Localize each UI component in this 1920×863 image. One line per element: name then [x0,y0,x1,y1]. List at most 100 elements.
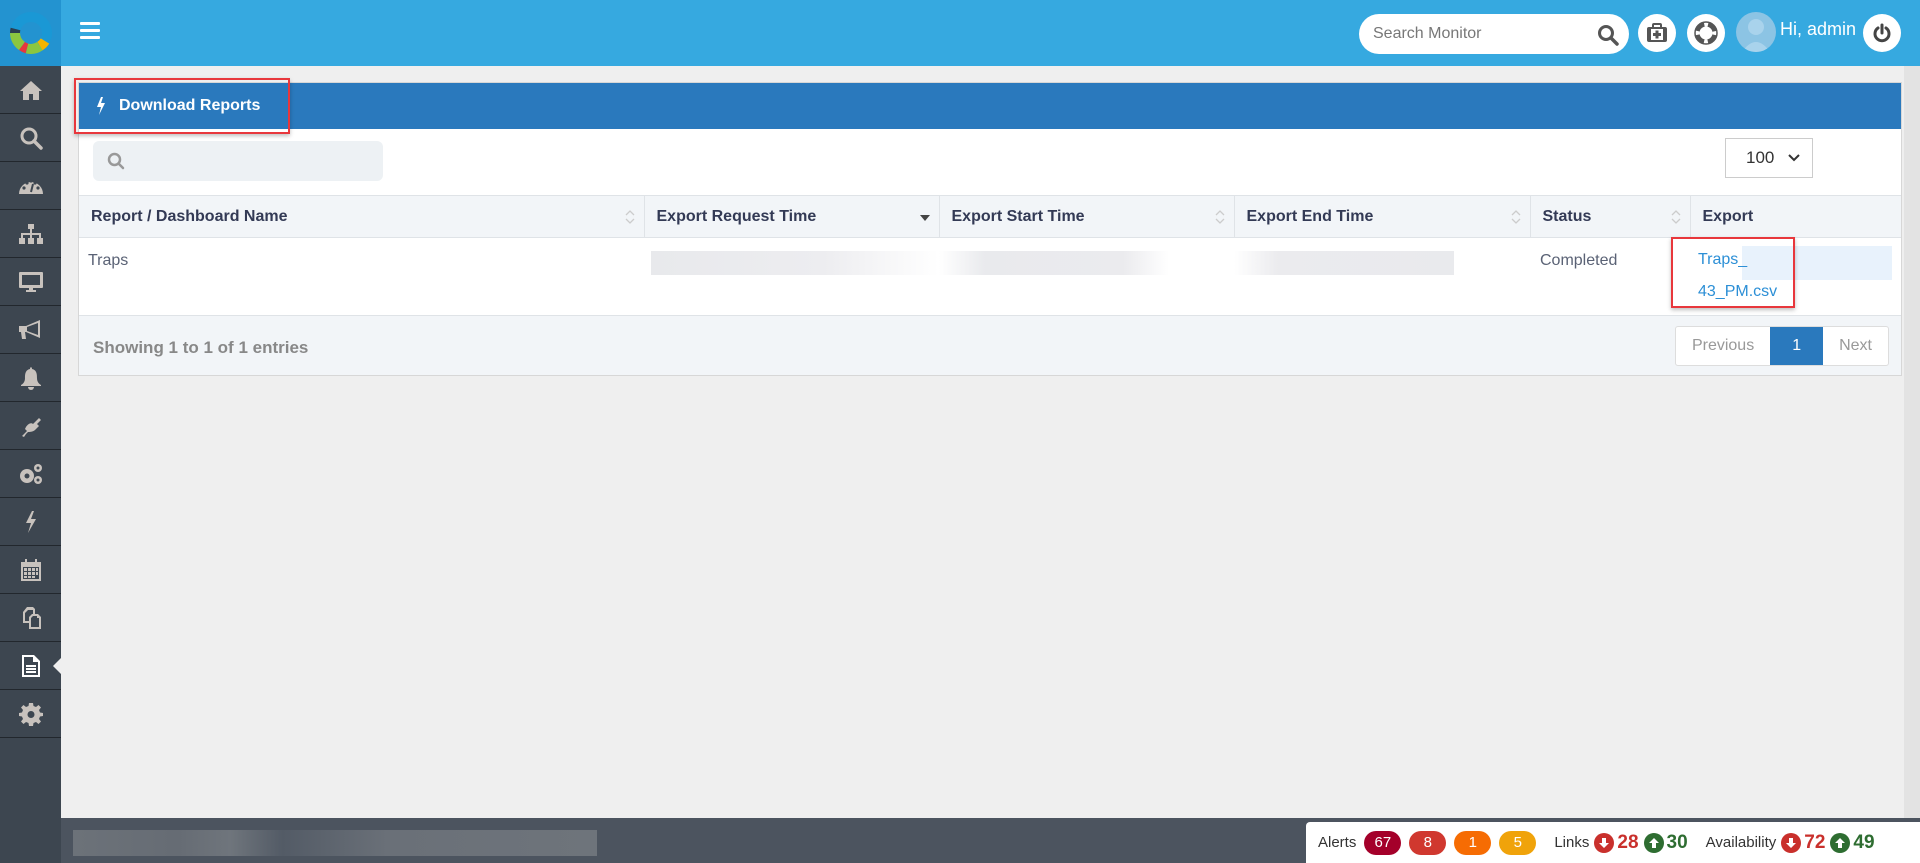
app-logo[interactable] [0,0,61,66]
redacted-status-text [73,830,597,856]
reports-table: Report / Dashboard Name Export Request T… [79,195,1901,314]
alerts-major-badge[interactable]: 8 [1409,830,1447,855]
cell-export-start-time [939,238,1234,314]
links-up[interactable]: 30 [1643,832,1688,854]
search-monitor-input[interactable] [1373,25,1583,43]
life-ring-icon [1694,21,1718,45]
page-scrollbar-track[interactable] [1904,66,1920,818]
sidebar-item-schedule[interactable] [0,546,61,594]
table-info: Showing 1 to 1 of 1 entries [93,338,309,357]
cell-status: Completed [1540,252,1618,269]
sort-both-icon [625,210,634,224]
availability-up[interactable]: 49 [1830,831,1875,854]
user-greeting[interactable]: Hi, admin [1780,19,1856,40]
sidebar-item-topology[interactable] [0,210,61,258]
page-1-button[interactable]: 1 [1770,327,1824,365]
gear-icon [18,702,43,726]
chevron-down-icon [1788,154,1800,162]
sidebar [0,66,61,863]
copy-icon [22,606,41,629]
alerts-warning-badge[interactable]: 5 [1499,830,1537,855]
top-bar: Hi, admin [0,0,1920,66]
home-icon [19,80,42,100]
links-down[interactable]: 28 [1594,832,1639,854]
availability-down[interactable]: 72 [1781,832,1825,854]
sidebar-item-integrations[interactable] [0,402,61,450]
sidebar-item-actions[interactable] [0,498,61,546]
column-label: Report / Dashboard Name [91,207,288,225]
logout-button[interactable] [1863,14,1901,52]
sidebar-item-dashboard[interactable] [0,162,61,210]
panel-header: Download Reports [79,83,1901,129]
table-controls [79,129,1901,195]
links-label: Links [1554,834,1590,851]
availability-down-count: 72 [1804,831,1826,853]
dashboard-icon [18,178,43,194]
alerts-critical-badge[interactable]: 67 [1364,830,1402,855]
sidebar-item-settings[interactable] [0,690,61,738]
column-label: Export End Time [1246,207,1374,225]
column-header-export-start-time[interactable]: Export Start Time [939,195,1235,238]
file-text-icon [21,654,40,677]
column-header-export-request-time[interactable]: Export Request Time [644,195,940,238]
sidebar-item-home[interactable] [0,66,61,114]
arrow-down-circle-icon [1594,832,1615,853]
page-title: Download Reports [119,97,261,114]
sidebar-item-monitors[interactable] [0,258,61,306]
logo-icon [9,12,52,54]
alerts-label: Alerts [1318,834,1357,851]
sidebar-item-alerts[interactable] [0,354,61,402]
sort-both-icon [1511,210,1520,224]
table-row: Traps Completed Traps_ 43_PM.csv [79,238,1901,314]
column-header-status[interactable]: Status [1530,195,1691,238]
export-link-line1: Traps_ [1698,251,1748,268]
page-length-select[interactable]: 100 [1725,138,1813,178]
availability-up-count: 49 [1853,831,1875,853]
page-length-value: 100 [1746,148,1775,167]
table-search-input[interactable] [133,153,373,169]
bell-icon [20,366,41,390]
table-search-field[interactable] [93,141,383,181]
table-footer: Showing 1 to 1 of 1 entries Previous 1 N… [79,315,1901,375]
redacted-value [651,251,939,275]
pagination: Previous 1 Next [1674,326,1889,366]
sort-both-icon [1215,210,1224,224]
search-icon [20,127,43,150]
sidebar-item-admin[interactable] [0,450,61,498]
cell-export-request-time [644,238,939,314]
redacted-value [1234,251,1454,275]
bullhorn-icon [18,319,40,339]
sidebar-item-copy[interactable] [0,594,61,642]
desktop-icon [18,271,43,292]
avatar[interactable] [1736,12,1776,52]
search-icon[interactable] [1597,24,1619,46]
sidebar-item-reports[interactable] [0,642,61,690]
cogs-icon [19,463,42,484]
search-monitor-field[interactable] [1359,14,1629,54]
help-button[interactable] [1687,14,1725,52]
column-label: Export Request Time [656,207,817,225]
sort-both-icon [1671,210,1680,224]
menu-toggle-button[interactable] [80,22,100,40]
sidebar-item-announcements[interactable] [0,306,61,354]
column-header-report-name[interactable]: Report / Dashboard Name [79,195,645,238]
medkit-button[interactable] [1638,14,1676,52]
column-label: Export [1702,207,1754,225]
arrow-up-circle-icon [1643,832,1664,853]
column-header-export-end-time[interactable]: Export End Time [1234,195,1531,238]
medkit-icon [1647,23,1667,42]
arrow-up-circle-icon [1830,832,1851,853]
cell-report-name: Traps [88,252,129,269]
user-icon [1742,19,1770,52]
next-page-button[interactable]: Next [1823,327,1888,365]
sidebar-item-search[interactable] [0,114,61,162]
menu-icon-bar [80,29,100,32]
search-icon [107,152,125,170]
column-label: Export Start Time [951,207,1085,225]
cell-export: Traps_ 43_PM.csv [1690,238,1901,314]
previous-page-button[interactable]: Previous [1676,327,1770,365]
export-file-link[interactable]: Traps_ 43_PM.csv [1698,244,1901,308]
menu-icon [80,22,100,25]
alerts-minor-badge[interactable]: 1 [1454,830,1492,855]
power-icon [1873,23,1891,43]
